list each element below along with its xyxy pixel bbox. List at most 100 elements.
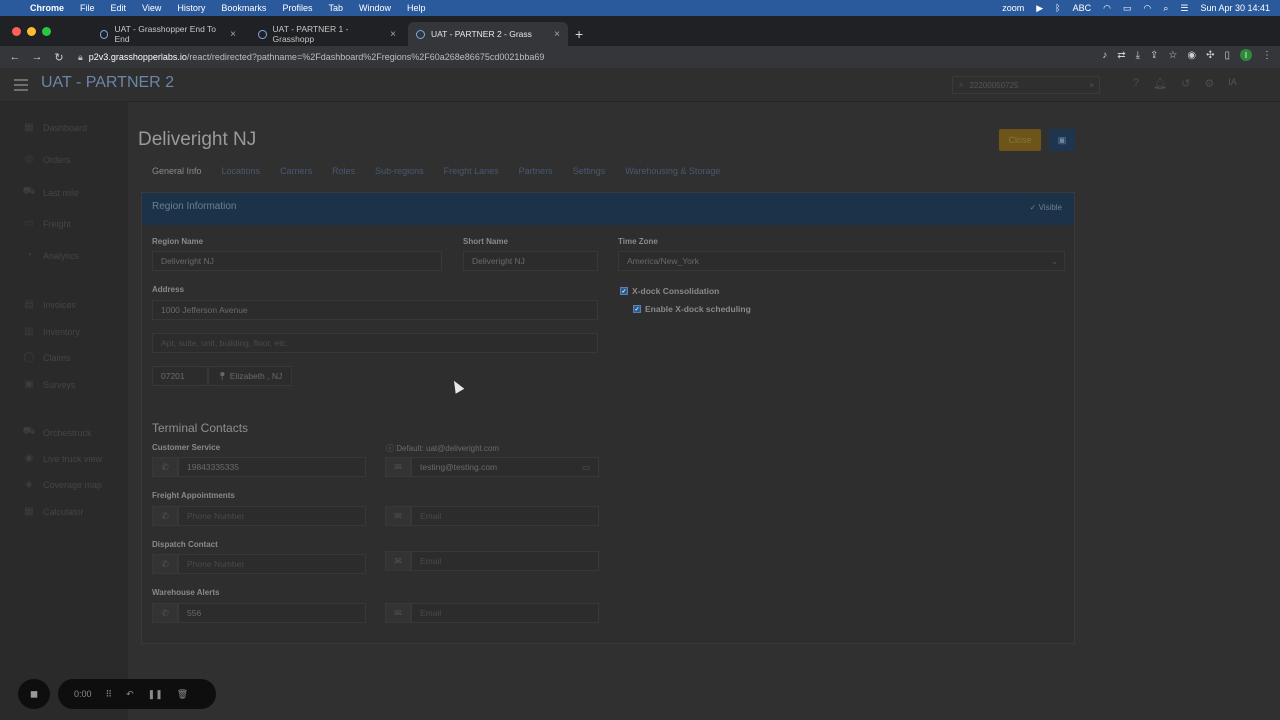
new-tab-icon[interactable]: + bbox=[575, 26, 583, 42]
customer-service-phone-input[interactable]: 19843335335 bbox=[178, 457, 366, 477]
close-tab-icon[interactable]: × bbox=[554, 29, 560, 40]
wifi-icon[interactable]: ◠ bbox=[1143, 3, 1151, 14]
extension-icon[interactable]: ◉ bbox=[1187, 50, 1196, 61]
dispatch-contact-phone-input[interactable]: Phone Number bbox=[178, 554, 366, 574]
search-icon[interactable]: ⌕ bbox=[1163, 3, 1168, 14]
sidebar-item-surveys[interactable]: ▣ Surveys bbox=[22, 379, 75, 390]
save-button[interactable]: ▣ bbox=[1049, 129, 1075, 151]
menu-edit[interactable]: Edit bbox=[111, 3, 127, 13]
region-name-input[interactable]: Deliveright NJ bbox=[152, 251, 442, 271]
tab-freight-lanes[interactable]: Freight Lanes bbox=[444, 166, 499, 176]
sidebar-item-analytics[interactable]: ◔ Analytics bbox=[22, 250, 79, 261]
forward-icon[interactable]: → bbox=[26, 51, 48, 63]
share-icon[interactable]: ⇪ bbox=[1150, 50, 1158, 61]
sidebar-item-dashboard[interactable]: ▦ Dashboard bbox=[22, 122, 87, 133]
translate-icon[interactable]: ⇄ bbox=[1117, 50, 1125, 61]
menubar-clock[interactable]: Sun Apr 30 14:41 bbox=[1200, 3, 1270, 13]
back-icon[interactable]: ← bbox=[4, 51, 26, 63]
menu-bookmarks[interactable]: Bookmarks bbox=[221, 3, 266, 13]
close-tab-icon[interactable]: × bbox=[230, 29, 236, 40]
sidebar-item-claims[interactable]: ◯ Claims bbox=[22, 352, 70, 363]
tab-sub-regions[interactable]: Sub-regions bbox=[375, 166, 424, 176]
zoom-window-button[interactable] bbox=[42, 27, 51, 36]
headphones-icon[interactable]: ◠ bbox=[1103, 3, 1111, 14]
browser-tab-1[interactable]: UAT - Grasshopper End To End × bbox=[92, 22, 244, 46]
sidebar-item-coverage-map[interactable]: ◈ Coverage map bbox=[22, 479, 102, 490]
play-icon[interactable]: ▶ bbox=[1036, 3, 1043, 14]
sidebar-item-orders[interactable]: ◎ Orders bbox=[22, 154, 71, 165]
clear-search-icon[interactable]: × bbox=[1089, 81, 1094, 90]
menu-file[interactable]: File bbox=[80, 3, 95, 13]
menu-help[interactable]: Help bbox=[407, 3, 426, 13]
trash-icon[interactable]: 🗑︎ bbox=[177, 689, 188, 700]
undo-icon[interactable]: ↶ bbox=[126, 689, 134, 700]
sidebar-item-orchestruck[interactable]: ⛟ Orchestruck bbox=[22, 426, 92, 439]
tab-partners[interactable]: Partners bbox=[519, 166, 553, 176]
download-icon[interactable]: ⤓ bbox=[1136, 50, 1140, 61]
address-input[interactable]: 1000 Jefferson Avenue bbox=[152, 300, 598, 320]
zip-input[interactable]: 07201 bbox=[152, 366, 208, 386]
bookmark-star-icon[interactable]: ☆ bbox=[1168, 50, 1177, 61]
pause-icon[interactable]: ❚❚ bbox=[148, 689, 163, 700]
help-icon[interactable]: ? bbox=[1133, 77, 1139, 90]
warehouse-alerts-phone-input[interactable]: 556 bbox=[178, 603, 366, 623]
dispatch-contact-email-input[interactable]: Email bbox=[411, 551, 599, 571]
profile-avatar[interactable]: I bbox=[1240, 49, 1252, 61]
user-initials[interactable]: IA bbox=[1228, 77, 1237, 90]
control-center-icon[interactable]: ☰ bbox=[1180, 3, 1188, 14]
tab-general-info[interactable]: General Info bbox=[152, 166, 202, 176]
menu-view[interactable]: View bbox=[142, 3, 161, 13]
browser-tab-3-active[interactable]: UAT - PARTNER 2 - Grass × bbox=[408, 22, 568, 46]
minimize-window-button[interactable] bbox=[27, 27, 36, 36]
menu-window[interactable]: Window bbox=[359, 3, 391, 13]
customer-service-email-input[interactable]: testing@testing.com ▭ bbox=[411, 457, 599, 477]
settings-gear-icon[interactable]: ⚙ bbox=[1204, 77, 1214, 90]
history-icon[interactable]: ↺ bbox=[1181, 77, 1190, 90]
close-tab-icon[interactable]: × bbox=[390, 29, 396, 40]
bell-icon[interactable]: 🔔︎ bbox=[1153, 77, 1167, 90]
enable-xdock-scheduling-checkbox[interactable]: ✓ Enable X-dock scheduling bbox=[633, 304, 751, 314]
battery-icon[interactable]: ▭ bbox=[1123, 3, 1132, 14]
sidepanel-icon[interactable]: ▯ bbox=[1224, 50, 1230, 61]
address-bar[interactable]: 🔒︎ p2v3.grasshopperlabs.io/react/redirec… bbox=[78, 48, 1078, 66]
tab-warehousing-storage[interactable]: Warehousing & Storage bbox=[625, 166, 720, 176]
input-source-abc[interactable]: ABC bbox=[1073, 3, 1092, 13]
freight-appointments-phone-input[interactable]: Phone Number bbox=[178, 506, 366, 526]
reload-icon[interactable]: ↻ bbox=[48, 51, 70, 64]
time-zone-select[interactable]: America/New_York ⌄ bbox=[618, 251, 1065, 271]
warehouse-alerts-email-input[interactable]: Email bbox=[411, 603, 599, 623]
freight-appointments-email-input[interactable]: Email bbox=[411, 506, 599, 526]
tab-carriers[interactable]: Carriers bbox=[280, 166, 312, 176]
more-menu-icon[interactable]: ⋮ bbox=[1262, 50, 1272, 61]
close-window-button[interactable] bbox=[12, 27, 21, 36]
address-line-2-input[interactable]: Apt, suite, unit, building, floor, etc. bbox=[152, 333, 598, 353]
hamburger-menu-icon[interactable] bbox=[14, 79, 28, 94]
puzzle-icon[interactable]: ✣ bbox=[1206, 50, 1214, 61]
zoom-status[interactable]: zoom bbox=[1002, 3, 1024, 13]
tab-settings[interactable]: Settings bbox=[573, 166, 606, 176]
xdock-consolidation-checkbox[interactable]: ✓ X-dock Consolidation bbox=[620, 286, 719, 296]
global-search-input[interactable]: ⌕ 22200050725 × bbox=[952, 76, 1100, 94]
tab-locations[interactable]: Locations bbox=[222, 166, 261, 176]
menu-app-name[interactable]: Chrome bbox=[30, 3, 64, 13]
browser-tab-2[interactable]: UAT - PARTNER 1 - Grasshopp × bbox=[250, 22, 404, 46]
sidebar-item-freight[interactable]: ▭ Freight bbox=[22, 218, 71, 229]
grid-icon[interactable]: ⠿ bbox=[106, 689, 113, 700]
sidebar-item-inventory[interactable]: ▥ Inventory bbox=[22, 326, 80, 337]
contact-card-icon[interactable]: ▭ bbox=[582, 462, 590, 473]
mic-icon[interactable]: ♪ bbox=[1102, 50, 1107, 61]
sidebar-item-invoices[interactable]: ▤ Invoices bbox=[22, 299, 76, 310]
tab-roles[interactable]: Roles bbox=[332, 166, 355, 176]
close-button[interactable]: Close bbox=[999, 129, 1041, 151]
sidebar-item-last-mile[interactable]: ⛟ Last mile bbox=[22, 186, 79, 199]
sidebar-item-live-truck-view[interactable]: ◉ Live truck view bbox=[22, 453, 102, 464]
bluetooth-icon[interactable]: ᛒ bbox=[1055, 3, 1060, 13]
visible-toggle[interactable]: ✓ Visible bbox=[1030, 203, 1062, 212]
menu-history[interactable]: History bbox=[177, 3, 205, 13]
lock-icon[interactable]: 🔒︎ bbox=[78, 52, 83, 63]
camera-icon[interactable]: ◼ bbox=[18, 679, 50, 709]
sidebar-item-calculator[interactable]: ▦ Calculator bbox=[22, 506, 83, 517]
menu-profiles[interactable]: Profiles bbox=[282, 3, 312, 13]
menu-tab[interactable]: Tab bbox=[328, 3, 343, 13]
short-name-input[interactable]: Deliveright NJ bbox=[463, 251, 598, 271]
